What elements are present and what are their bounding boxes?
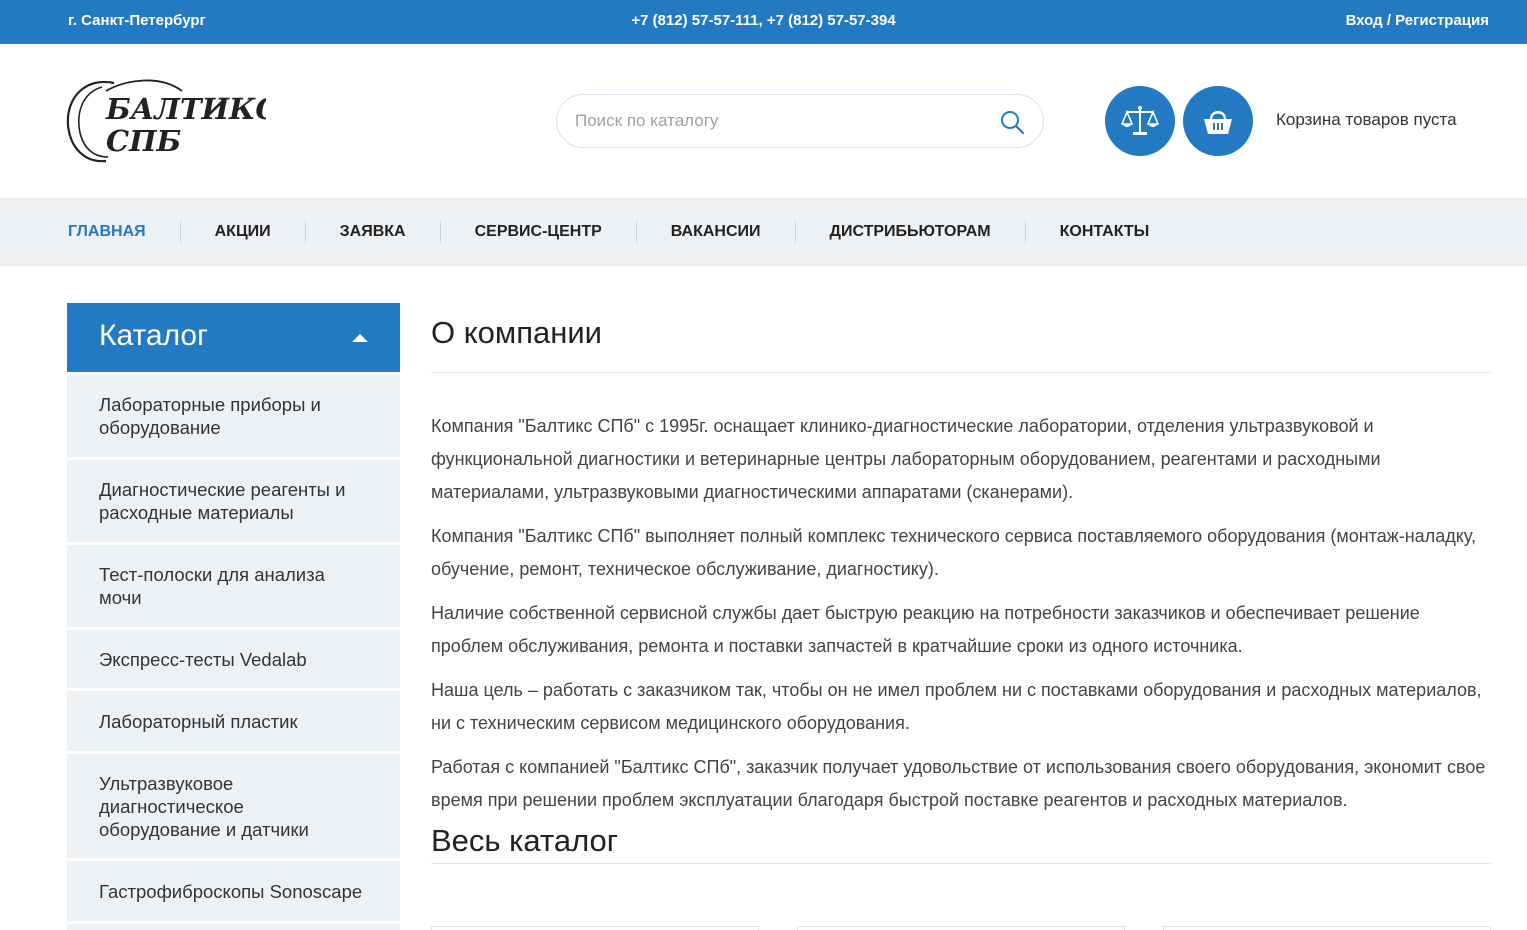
header: БАЛТИКС СПБ Поиск по каталогу Корзина то… <box>0 44 1527 198</box>
compare-button[interactable] <box>1105 86 1175 156</box>
catalog-item-next[interactable] <box>67 921 400 930</box>
catalog-item-ultrasound[interactable]: Ультразвуковое диагностическое оборудова… <box>67 751 400 858</box>
nav-item-promotions[interactable]: АКЦИИ <box>181 221 306 243</box>
nav-item-vacancies[interactable]: ВАКАНСИИ <box>637 221 796 243</box>
scales-icon <box>1121 106 1159 135</box>
top-bar: +7 (812) 57-57-111, +7 (812) 57-57-394 г… <box>0 0 1527 44</box>
catalog-cards <box>431 926 1491 930</box>
catalog-card[interactable] <box>1163 926 1491 930</box>
nav-item-label[interactable]: ГЛАВНАЯ <box>68 223 180 241</box>
cart-status[interactable]: Корзина товаров пуста <box>1276 110 1457 130</box>
nav-item-label[interactable]: СЕРВИС-ЦЕНТР <box>441 223 636 241</box>
logo-text-line1: БАЛТИКС <box>105 92 266 126</box>
nav-item-label[interactable]: ВАКАНСИИ <box>637 223 795 241</box>
about-paragraph: Работая с компанией "Балтикс СПб", заказ… <box>431 757 1486 810</box>
nav-item-label[interactable]: ЗАЯВКА <box>306 223 440 241</box>
catalog-header[interactable]: Каталог <box>67 303 400 372</box>
nav-item-request[interactable]: ЗАЯВКА <box>306 221 441 243</box>
main-navigation: ГЛАВНАЯ АКЦИИ ЗАЯВКА СЕРВИС-ЦЕНТР ВАКАНС… <box>0 198 1527 266</box>
catalog-item-reagents[interactable]: Диагностические реагенты и расходные мат… <box>67 457 400 542</box>
search-input[interactable] <box>575 95 985 147</box>
search-box <box>556 94 1044 148</box>
catalog-title: Каталог <box>99 319 209 352</box>
about-paragraph: Наша цель – работать с заказчиком так, ч… <box>431 680 1482 733</box>
search-icon[interactable] <box>999 109 1025 135</box>
about-paragraph: Наличие собственной сервисной службы дае… <box>431 603 1420 656</box>
logo-text-line2: СПБ <box>106 124 181 158</box>
basket-icon <box>1204 111 1232 134</box>
about-text: Компания "Балтикс СПб" с 1995г. оснащает… <box>431 410 1491 817</box>
catalog-item-lab-devices[interactable]: Лабораторные приборы и оборудование <box>67 372 400 457</box>
catalog-item-gastroscopes[interactable]: Гастрофиброскопы Sonoscape <box>67 858 400 921</box>
page-title: О компании <box>431 303 1491 373</box>
nav-item-home[interactable]: ГЛАВНАЯ <box>68 221 181 243</box>
nav-item-label[interactable]: ДИСТРИБЬЮТОРАМ <box>796 223 1025 241</box>
cart-button[interactable] <box>1183 86 1253 156</box>
catalog-card[interactable] <box>797 926 1125 930</box>
nav-item-label[interactable]: АКЦИИ <box>181 223 305 241</box>
login-register-link[interactable]: Вход / Регистрация <box>1346 12 1489 29</box>
nav-item-distributors[interactable]: ДИСТРИБЬЮТОРАМ <box>796 221 1026 243</box>
about-paragraph: Компания "Балтикс СПб" с 1995г. оснащает… <box>431 416 1381 502</box>
catalog-section-title: Весь каталог <box>431 818 1491 864</box>
catalog-item-lab-plastic[interactable]: Лабораторный пластик <box>67 688 400 751</box>
catalog-sidebar: Каталог Лабораторные приборы и оборудова… <box>67 303 400 930</box>
main-content: О компании Компания "Балтикс СПб" с 1995… <box>431 303 1491 864</box>
company-logo[interactable]: БАЛТИКС СПБ <box>66 77 279 165</box>
nav-item-label[interactable]: КОНТАКТЫ <box>1026 223 1184 241</box>
catalog-item-test-strips[interactable]: Тест-полоски для анализа мочи <box>67 542 400 627</box>
nav-item-contacts[interactable]: КОНТАКТЫ <box>1026 223 1184 241</box>
about-paragraph: Компания "Балтикс СПб" выполняет полный … <box>431 526 1476 579</box>
catalog-card[interactable] <box>431 926 759 930</box>
city-label: г. Санкт-Петербург <box>68 12 206 29</box>
catalog-item-express-tests[interactable]: Экспресс-тесты Vedalab <box>67 627 400 688</box>
nav-item-service-center[interactable]: СЕРВИС-ЦЕНТР <box>441 221 637 243</box>
logo-mark: БАЛТИКС СПБ <box>66 79 279 163</box>
chevron-up-icon[interactable] <box>352 334 368 342</box>
phone-numbers[interactable]: +7 (812) 57-57-111, +7 (812) 57-57-394 <box>0 12 1527 29</box>
